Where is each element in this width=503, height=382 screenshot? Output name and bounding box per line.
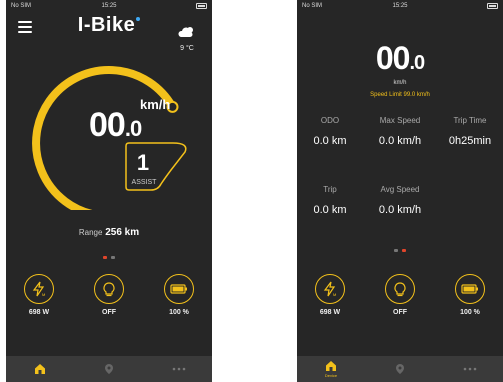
tab-more[interactable] (159, 356, 199, 382)
speed-readout: 00.0 (375, 40, 425, 76)
status-bar: No SIM 15:25 (297, 3, 503, 13)
tab-location[interactable] (89, 356, 129, 382)
status-time: 15:25 (101, 3, 117, 9)
stat-label: Trip (323, 185, 337, 194)
battery-button[interactable] (164, 274, 194, 304)
page-indicator[interactable] (6, 246, 212, 264)
headlight-button[interactable] (385, 274, 415, 304)
battery-control[interactable]: 100 % (448, 274, 492, 316)
motor-power-icon: M (323, 281, 336, 297)
stat-trip: Trip 0.0 km (297, 185, 364, 216)
stat-trip-time: Trip Time 0h25min (436, 116, 503, 147)
headlight-icon (394, 282, 406, 297)
page-dot-active[interactable] (103, 256, 107, 259)
more-icon (172, 367, 186, 371)
headlight-button[interactable] (94, 274, 124, 304)
motor-power-control[interactable]: M 698 W (17, 274, 61, 316)
page-dot-active[interactable] (402, 249, 406, 252)
dashboard-screen: No SIM 15:25 I-Bike 9 °C km/h 00.0 1 ASS… (6, 0, 212, 382)
stat-avg-speed: Avg Speed 0.0 km/h (366, 185, 434, 216)
tab-device-label: Device (324, 373, 338, 378)
stat-label: Trip Time (453, 116, 487, 125)
range-value: 256 km (105, 227, 140, 238)
headlight-control[interactable]: OFF (87, 274, 131, 316)
status-battery-icon (487, 3, 498, 9)
status-icons (196, 3, 207, 9)
motor-power-value: 698 W (28, 309, 50, 316)
headlight-value: OFF (102, 309, 116, 316)
stat-odo: ODO 0.0 km (297, 116, 364, 147)
svg-text:M: M (42, 292, 45, 297)
motor-power-control[interactable]: M 698 W (308, 274, 352, 316)
location-pin-icon (105, 364, 113, 374)
more-icon (463, 367, 477, 371)
tab-more[interactable] (450, 356, 490, 382)
stat-label: Max Speed (379, 116, 421, 125)
stat-value: 0.0 km (313, 204, 347, 216)
cloud-sun-icon (178, 27, 193, 37)
location-pin-icon (396, 364, 404, 374)
stat-value: 0h25min (448, 135, 492, 147)
home-icon (35, 364, 45, 374)
assist-level-value: 1 (136, 150, 150, 175)
motor-power-icon: M (32, 281, 45, 297)
battery-icon (170, 284, 187, 294)
battery-icon (461, 284, 478, 294)
motor-power-button[interactable]: M (315, 274, 345, 304)
tab-location[interactable] (380, 356, 420, 382)
stat-label: Avg Speed (380, 185, 420, 194)
status-battery-icon (196, 3, 207, 9)
stat-label: ODO (320, 116, 340, 125)
speed-unit: km/h (393, 80, 407, 86)
battery-value: 100 % (460, 309, 480, 316)
headlight-value: OFF (393, 309, 407, 316)
stat-max-speed: Max Speed 0.0 km/h (366, 116, 434, 147)
battery-button[interactable] (455, 274, 485, 304)
status-bar: No SIM 15:25 (6, 3, 212, 13)
battery-control[interactable]: 100 % (157, 274, 201, 316)
page-indicator[interactable] (297, 239, 503, 257)
speed-limit-label: Speed Limit 99.0 km/h (370, 92, 430, 98)
assist-label: ASSIST (131, 179, 157, 186)
stat-value: 0.0 km/h (378, 135, 422, 147)
headlight-icon (103, 282, 115, 297)
stat-value: 0.0 km/h (378, 204, 422, 216)
speed-readout: 00.0 (89, 106, 142, 144)
tab-bar (6, 356, 212, 382)
speed-unit: km/h (140, 97, 171, 112)
stat-value: 0.0 km (313, 135, 347, 147)
tab-device[interactable]: Device (311, 356, 351, 382)
weather-widget: 9 °C (174, 25, 200, 52)
temperature-label: 9 °C (180, 45, 194, 52)
page-dot[interactable] (111, 256, 115, 259)
range-label: Range (78, 228, 103, 237)
battery-value: 100 % (169, 309, 189, 316)
home-icon (326, 361, 336, 371)
trip-stats-screen: No SIM 15:25 00.0 km/h Speed Limit 99.0 … (297, 0, 503, 382)
status-time: 15:25 (392, 3, 408, 9)
page-dot[interactable] (394, 249, 398, 252)
motor-power-value: 698 W (319, 309, 341, 316)
tab-home[interactable] (20, 356, 60, 382)
svg-text:M: M (333, 292, 336, 297)
tab-bar: Device (297, 356, 503, 382)
headlight-control[interactable]: OFF (378, 274, 422, 316)
status-icons (487, 3, 498, 9)
motor-power-button[interactable]: M (24, 274, 54, 304)
range-readout: Range 256 km (6, 227, 212, 238)
